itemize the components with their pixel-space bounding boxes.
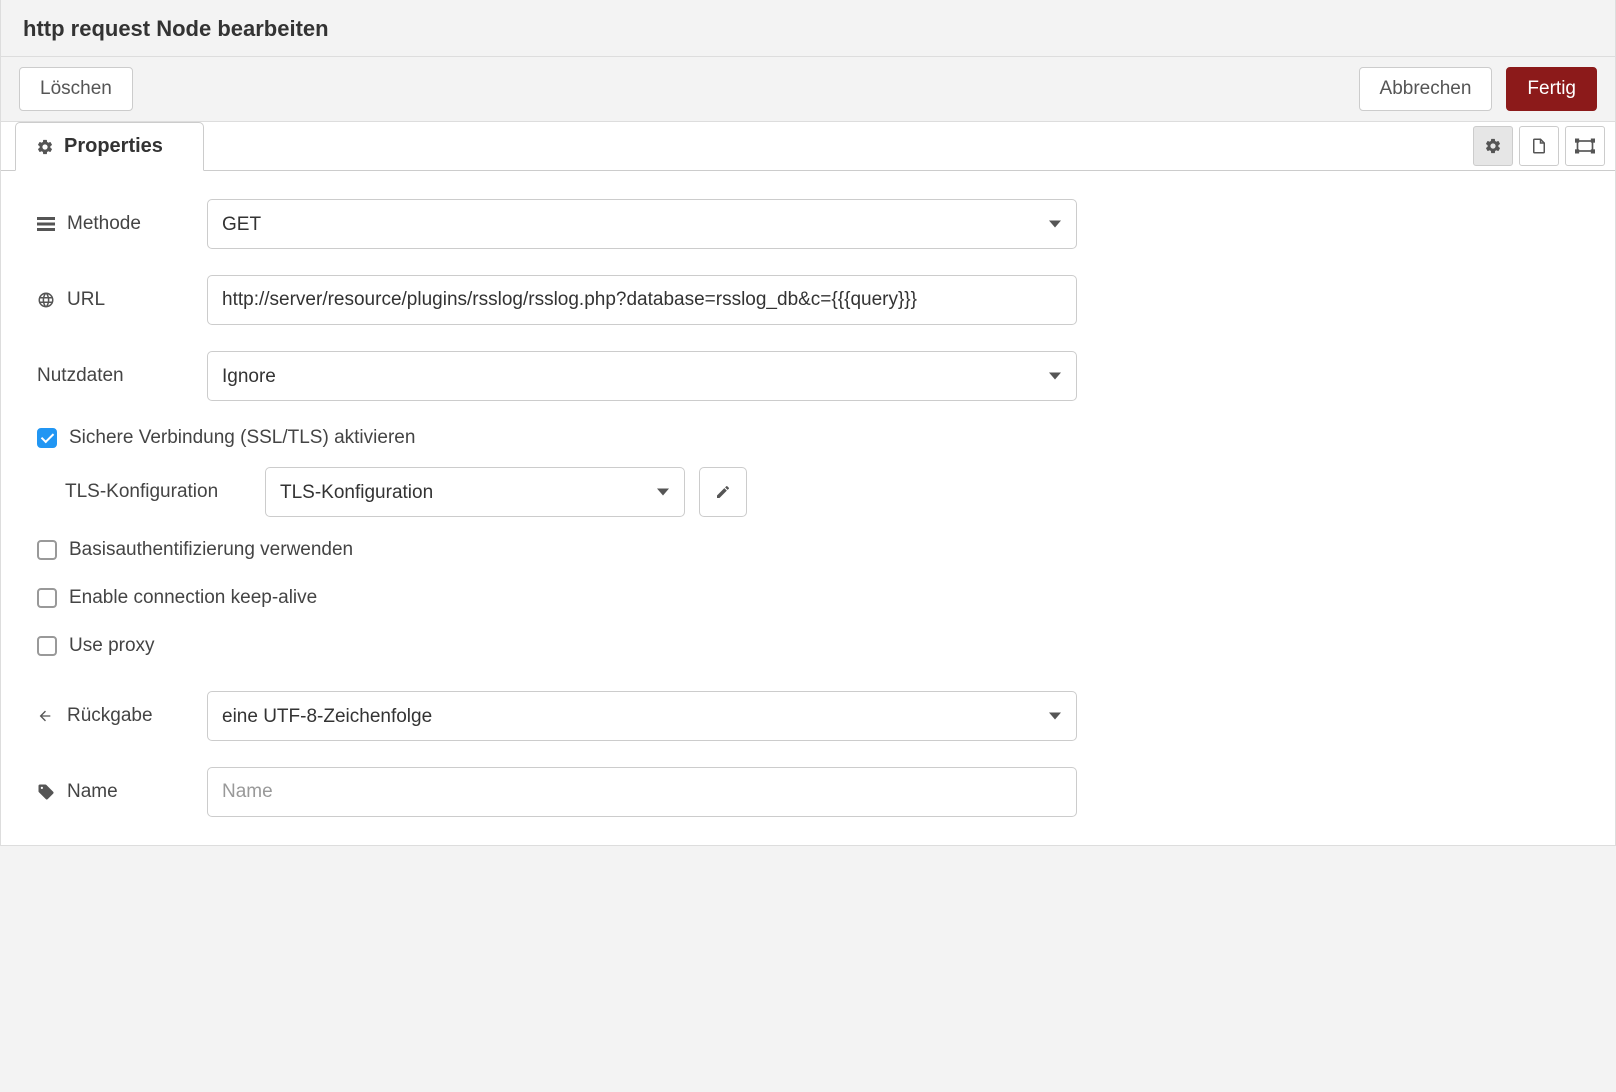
payload-label: Nutzdaten xyxy=(37,365,124,387)
proxy-checkbox[interactable] xyxy=(37,636,57,656)
ssl-checkbox[interactable] xyxy=(37,428,57,448)
description-view-button[interactable] xyxy=(1519,126,1559,166)
cancel-button[interactable]: Abbrechen xyxy=(1359,67,1493,111)
row-method: Methode GET xyxy=(37,199,1579,249)
done-button[interactable]: Fertig xyxy=(1506,67,1597,111)
page-title: http request Node bearbeiten xyxy=(23,16,1593,42)
tlsconfig-select[interactable]: TLS-Konfiguration xyxy=(265,467,685,517)
url-label: URL xyxy=(67,289,105,311)
globe-icon xyxy=(37,291,57,309)
row-payload: Nutzdaten Ignore xyxy=(37,351,1579,401)
basicauth-label: Basisauthentifizierung verwenden xyxy=(69,539,353,561)
payload-select[interactable]: Ignore xyxy=(207,351,1077,401)
row-name: Name xyxy=(37,767,1579,817)
name-input[interactable] xyxy=(207,767,1077,817)
basicauth-checkbox[interactable] xyxy=(37,540,57,560)
row-ssl: Sichere Verbindung (SSL/TLS) aktivieren xyxy=(37,427,1579,449)
tlsconfig-label: TLS-Konfiguration xyxy=(65,481,265,503)
return-label: Rückgabe xyxy=(67,705,153,727)
keepalive-checkbox[interactable] xyxy=(37,588,57,608)
method-label: Methode xyxy=(67,213,141,235)
return-select[interactable]: eine UTF-8-Zeichenfolge xyxy=(207,691,1077,741)
tag-icon xyxy=(37,783,57,801)
action-bar: Löschen Abbrechen Fertig xyxy=(1,57,1615,122)
ssl-label: Sichere Verbindung (SSL/TLS) aktivieren xyxy=(69,427,415,449)
gear-icon xyxy=(36,138,54,156)
edit-panel: http request Node bearbeiten Löschen Abb… xyxy=(0,0,1616,846)
method-select[interactable]: GET xyxy=(207,199,1077,249)
row-return: Rückgabe eine UTF-8-Zeichenfolge xyxy=(37,691,1579,741)
tab-properties-label: Properties xyxy=(64,135,163,158)
proxy-label: Use proxy xyxy=(69,635,155,657)
row-proxy: Use proxy xyxy=(37,635,1579,657)
row-keepalive: Enable connection keep-alive xyxy=(37,587,1579,609)
header: http request Node bearbeiten xyxy=(1,0,1615,57)
row-basicauth: Basisauthentifizierung verwenden xyxy=(37,539,1579,561)
bars-icon xyxy=(37,217,57,231)
form-body: Methode GET URL Nutzdaten xyxy=(1,171,1615,845)
row-tlsconfig: TLS-Konfiguration TLS-Konfiguration xyxy=(65,467,1579,517)
arrow-left-icon xyxy=(37,708,57,724)
url-input[interactable] xyxy=(207,275,1077,325)
name-label: Name xyxy=(67,781,118,803)
tab-properties[interactable]: Properties xyxy=(15,122,204,171)
row-url: URL xyxy=(37,275,1579,325)
tab-bar: Properties xyxy=(1,122,1615,171)
keepalive-label: Enable connection keep-alive xyxy=(69,587,317,609)
delete-button[interactable]: Löschen xyxy=(19,67,133,111)
tlsconfig-edit-button[interactable] xyxy=(699,467,747,517)
appearance-view-button[interactable] xyxy=(1565,126,1605,166)
settings-view-button[interactable] xyxy=(1473,126,1513,166)
